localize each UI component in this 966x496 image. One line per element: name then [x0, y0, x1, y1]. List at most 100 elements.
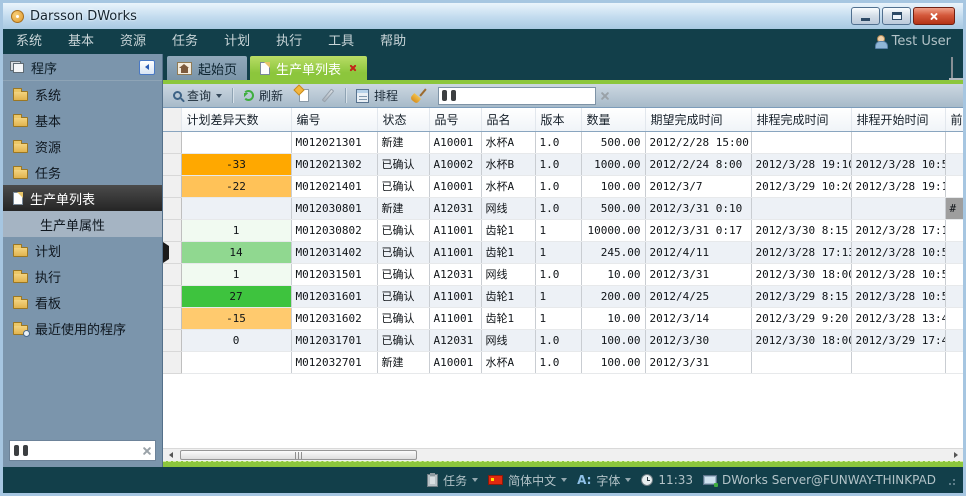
cell-sched_end: 2012/3/29 8:15 — [751, 285, 851, 307]
column-header-qty[interactable]: 数量 — [581, 108, 645, 131]
tab-0[interactable]: 起始页 — [167, 56, 247, 80]
cell-sched_end: 2012/3/30 18:00 — [751, 329, 851, 351]
row-selector[interactable] — [163, 307, 181, 329]
column-header-version[interactable]: 版本 — [535, 108, 581, 131]
refresh-button[interactable]: 刷新 — [239, 86, 287, 106]
font-menu[interactable]: A: 字体 — [577, 472, 631, 489]
sidebar-item-2[interactable]: 资源 — [3, 133, 162, 159]
sidebar-item-8[interactable]: 看板 — [3, 289, 162, 315]
task-menu[interactable]: 任务 — [427, 472, 478, 489]
edit-button[interactable] — [317, 86, 339, 106]
schedule-button[interactable]: 排程 — [352, 86, 402, 106]
sidebar-item-0[interactable]: 系统 — [3, 81, 162, 107]
sidebar-item-1[interactable]: 基本 — [3, 107, 162, 133]
table-row[interactable]: M012021301新建A10001水杯A1.0500.002012/2/28 … — [163, 131, 963, 153]
broom-icon — [410, 88, 426, 103]
close-button[interactable] — [913, 7, 955, 25]
column-header-diff[interactable]: 计划差异天数 — [181, 108, 291, 131]
cell-status: 新建 — [377, 197, 429, 219]
table-row[interactable]: 1M012030802已确认A11001齿轮1110000.002012/3/3… — [163, 219, 963, 241]
sidebar-item-7[interactable]: 执行 — [3, 263, 162, 289]
current-user[interactable]: Test User — [874, 34, 963, 49]
sidebar-item-label: 系统 — [35, 85, 61, 104]
china-flag-icon — [488, 475, 503, 485]
table-row[interactable]: M012032701新建A10001水杯A1.0100.002012/3/31 — [163, 351, 963, 373]
cell-expect: 2012/4/11 — [645, 241, 751, 263]
scroll-right-button[interactable] — [948, 449, 963, 461]
tab-1[interactable]: 生产单列表 — [250, 56, 367, 80]
table-row[interactable]: -15M012031602已确认A11001齿轮1110.002012/3/14… — [163, 307, 963, 329]
menu-item-3[interactable]: 任务 — [159, 29, 211, 54]
task-label: 任务 — [443, 472, 467, 489]
row-selector[interactable] — [163, 351, 181, 373]
row-selector[interactable] — [163, 153, 181, 175]
row-selector[interactable] — [163, 175, 181, 197]
column-header-sched_end[interactable]: 排程完成时间 — [751, 108, 851, 131]
cell-status: 已确认 — [377, 219, 429, 241]
toolbar-search-clear-button[interactable] — [600, 91, 609, 100]
arrow-right-icon — [954, 452, 958, 458]
pencil-icon — [322, 88, 335, 102]
column-header-item_name[interactable]: 品名 — [481, 108, 535, 131]
menu-item-6[interactable]: 工具 — [315, 29, 367, 54]
sidebar-item-5[interactable]: 生产单属性 — [3, 211, 162, 237]
sidebar-item-3[interactable]: 任务 — [3, 159, 162, 185]
cell-expect: 2012/3/14 — [645, 307, 751, 329]
sidebar-item-9[interactable]: 最近使用的程序 — [3, 315, 162, 341]
binoculars-icon — [442, 90, 456, 101]
sidebar-item-6[interactable]: 计划 — [3, 237, 162, 263]
query-button[interactable]: 查询 — [169, 86, 226, 106]
column-header-code[interactable]: 编号 — [291, 108, 377, 131]
doc-icon — [260, 62, 270, 75]
table-row[interactable]: 1M012031501已确认A12031网线1.010.002012/3/312… — [163, 263, 963, 285]
row-selector[interactable] — [163, 329, 181, 351]
table-row[interactable]: 27M012031601已确认A11001齿轮11200.002012/4/25… — [163, 285, 963, 307]
folder-icon — [13, 169, 28, 179]
cell-diff — [181, 351, 291, 373]
row-selector[interactable] — [163, 131, 181, 153]
table-row[interactable]: -33M012021302已确认A10002水杯B1.01000.002012/… — [163, 153, 963, 175]
menu-item-0[interactable]: 系统 — [3, 29, 55, 54]
sidebar-search-input[interactable] — [32, 444, 138, 458]
column-header-extra[interactable]: 前置时间 — [945, 108, 963, 131]
row-selector[interactable] — [163, 197, 181, 219]
sidebar-collapse-button[interactable] — [139, 60, 155, 75]
sidebar-item-4[interactable]: 生产单列表 — [3, 185, 162, 211]
column-header-sched_start[interactable]: 排程开始时间 — [851, 108, 945, 131]
pin-button[interactable] — [951, 58, 953, 77]
horizontal-scrollbar[interactable] — [163, 448, 963, 461]
table-row[interactable]: 14M012031402已确认A11001齿轮11245.002012/4/11… — [163, 241, 963, 263]
column-header-status[interactable]: 状态 — [377, 108, 429, 131]
arrow-left-icon — [169, 452, 173, 458]
cell-expect: 2012/3/30 — [645, 329, 751, 351]
table-row[interactable]: M012030801新建A12031网线1.0500.002012/3/31 0… — [163, 197, 963, 219]
menu-item-1[interactable]: 基本 — [55, 29, 107, 54]
row-selector[interactable] — [163, 285, 181, 307]
cell-extra: # — [945, 197, 963, 219]
scrollbar-thumb[interactable] — [180, 450, 417, 460]
maximize-button[interactable] — [882, 7, 911, 25]
row-selector[interactable] — [163, 241, 181, 263]
menu-items: 系统基本资源任务计划执行工具帮助 — [3, 29, 419, 54]
close-tab-button[interactable] — [349, 64, 357, 72]
row-selector[interactable] — [163, 219, 181, 241]
menu-item-7[interactable]: 帮助 — [367, 29, 419, 54]
new-button[interactable] — [291, 86, 313, 106]
row-selector[interactable] — [163, 263, 181, 285]
minimize-button[interactable] — [851, 7, 880, 25]
cell-extra — [945, 175, 963, 197]
menu-item-2[interactable]: 资源 — [107, 29, 159, 54]
resize-grip[interactable] — [946, 476, 955, 485]
clean-button[interactable] — [406, 86, 430, 106]
cell-version: 1.0 — [535, 153, 581, 175]
sidebar-search-clear-button[interactable] — [142, 446, 151, 455]
menu-item-5[interactable]: 执行 — [263, 29, 315, 54]
toolbar-search-input[interactable] — [459, 89, 592, 103]
menu-item-4[interactable]: 计划 — [211, 29, 263, 54]
column-header-item_no[interactable]: 品号 — [429, 108, 481, 131]
table-row[interactable]: -22M012021401已确认A10001水杯A1.0100.002012/3… — [163, 175, 963, 197]
language-menu[interactable]: 简体中文 — [488, 472, 567, 489]
table-row[interactable]: 0M012031701已确认A12031网线1.0100.002012/3/30… — [163, 329, 963, 351]
scroll-left-button[interactable] — [163, 449, 178, 461]
column-header-expect[interactable]: 期望完成时间 — [645, 108, 751, 131]
